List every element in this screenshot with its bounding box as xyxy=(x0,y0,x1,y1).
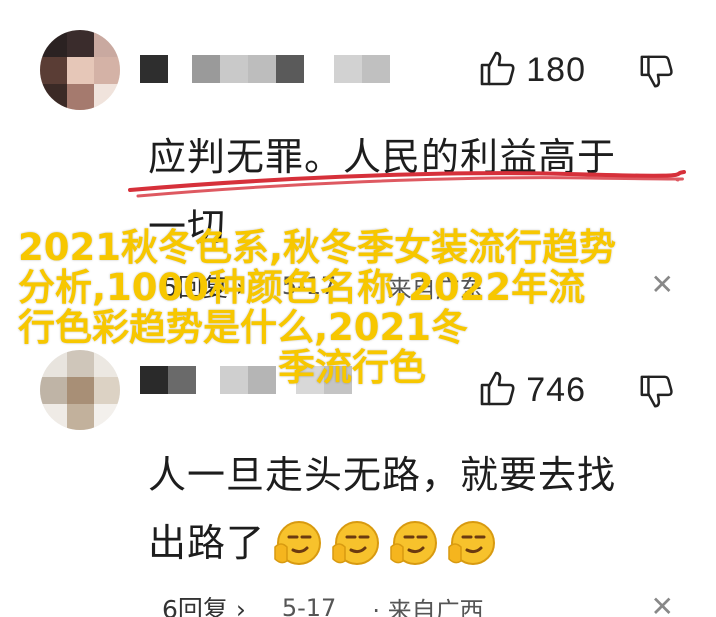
overlay-caption-text: 季流行色 xyxy=(278,346,426,389)
close-icon[interactable]: ✕ xyxy=(651,268,674,301)
like-count: 180 xyxy=(526,50,586,89)
username-redacted[interactable] xyxy=(140,55,390,83)
comment-location: · 来自广西 xyxy=(372,596,484,617)
avatar[interactable] xyxy=(40,30,120,110)
smirk-emoji-icon xyxy=(448,521,496,565)
comment-text: 人一旦走头无路，就要去找 出路了 xyxy=(148,446,668,572)
comment-text-line: 出路了 xyxy=(148,521,266,565)
overlay-caption: 2021秋冬色系,秋冬季女装流行趋势分析,1000种颜色名称,2022年流行色彩… xyxy=(18,228,618,388)
comment-text-line: 人一旦走头无路，就要去找 xyxy=(148,453,617,497)
thumbs-down-icon xyxy=(638,55,676,96)
smirk-emoji-icon xyxy=(332,521,380,565)
overlay-caption-text: 2021秋冬色系,秋冬季女装流行趋势分析,1000种颜色名称,2022年流行色彩… xyxy=(18,226,617,349)
thumbs-down-icon xyxy=(638,375,676,416)
smirk-emoji-icon xyxy=(390,521,438,565)
dislike-button[interactable] xyxy=(638,52,676,96)
thumbs-up-icon xyxy=(478,48,518,92)
like-button[interactable]: 180 xyxy=(478,48,586,92)
dislike-button[interactable] xyxy=(638,372,676,416)
smirk-emoji-icon xyxy=(274,521,322,565)
replies-link[interactable]: 6回复 › xyxy=(162,590,246,617)
replies-label: 6回复 xyxy=(162,595,228,617)
comment-meta: 6回复 › 5-17 · 来自广西 xyxy=(162,590,484,617)
handdrawn-underline xyxy=(128,170,686,198)
close-icon[interactable]: ✕ xyxy=(651,590,674,617)
chevron-right-icon: › xyxy=(235,595,246,617)
comment-date: 5-17 xyxy=(281,594,337,617)
